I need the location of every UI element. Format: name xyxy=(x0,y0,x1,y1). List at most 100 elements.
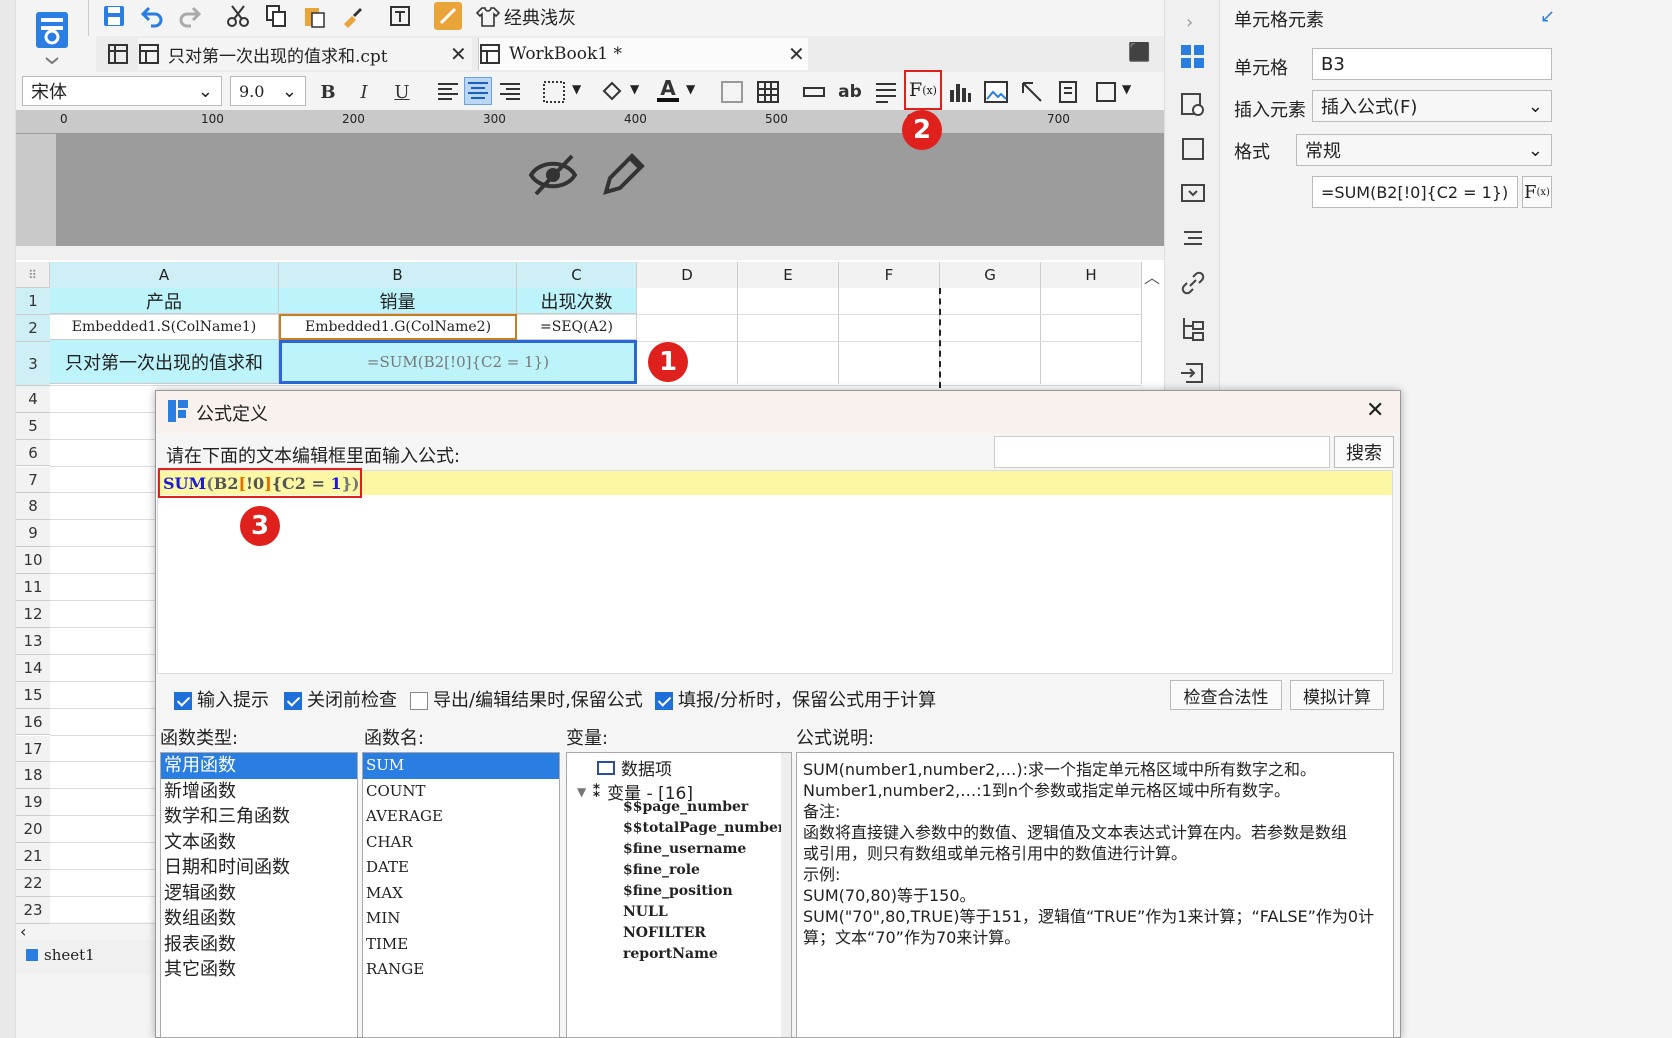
func-type-item[interactable]: 报表函数 xyxy=(161,932,357,958)
chevron-down-icon[interactable]: ▼ xyxy=(686,82,695,96)
cell-a3[interactable]: 只对第一次出现的值求和 xyxy=(50,340,279,384)
func-type-item[interactable]: 逻辑函数 xyxy=(161,881,357,907)
row-header[interactable]: 14 xyxy=(16,654,50,682)
check-validity-button[interactable]: 检查合法性 xyxy=(1170,680,1282,710)
border-icon[interactable] xyxy=(540,78,568,106)
row-header[interactable]: 1 xyxy=(16,288,50,315)
tree-data-item[interactable]: 数据项 xyxy=(597,755,672,780)
formula-editor[interactable] xyxy=(157,470,1393,674)
undo-icon[interactable] xyxy=(138,2,166,30)
row-header[interactable]: 16 xyxy=(16,708,50,736)
tab-2-close-icon[interactable]: ✕ xyxy=(788,42,805,66)
hide-eye-icon[interactable] xyxy=(528,152,578,203)
import-icon[interactable] xyxy=(1180,360,1206,391)
cell-element-icon[interactable] xyxy=(1180,44,1206,75)
row-header[interactable]: 12 xyxy=(16,601,50,628)
func-type-item[interactable]: 数组函数 xyxy=(161,906,357,932)
align-center-icon[interactable] xyxy=(464,77,492,105)
row-header[interactable]: 10 xyxy=(16,547,50,575)
tab-list-icon[interactable]: ⬛ xyxy=(1128,42,1150,63)
preview-icon[interactable] xyxy=(386,2,414,30)
check-keep-formula-export[interactable]: 导出/编辑结果时,保留公式 xyxy=(410,686,643,712)
variable-item[interactable]: $$totalPage_number xyxy=(623,820,785,841)
tab-file-1[interactable]: 只对第一次出现的值求和.cpt xyxy=(138,38,472,70)
underline-icon[interactable]: U xyxy=(388,78,416,106)
edit-pencil-icon[interactable] xyxy=(600,150,648,203)
func-type-item[interactable]: 数学和三角函数 xyxy=(161,804,357,830)
row-header[interactable]: 11 xyxy=(16,574,50,601)
align-right-icon[interactable] xyxy=(496,78,524,106)
func-type-item[interactable]: 文本函数 xyxy=(161,830,357,856)
float-element-icon[interactable] xyxy=(1180,136,1206,167)
cell-ref-input[interactable]: B3 xyxy=(1312,48,1552,80)
theme-icon[interactable] xyxy=(434,2,462,30)
func-name-item[interactable]: TIME xyxy=(363,932,559,958)
func-name-item[interactable]: SUM xyxy=(363,753,559,779)
select-all-corner[interactable]: ⠿ xyxy=(16,262,50,288)
col-header[interactable]: B xyxy=(279,262,517,288)
sheet-tab[interactable]: sheet1 xyxy=(26,946,95,964)
func-name-item[interactable]: RANGE xyxy=(363,957,559,983)
chart-icon[interactable] xyxy=(946,78,974,106)
variable-item[interactable]: reportName xyxy=(623,946,785,967)
scroll-left-icon[interactable]: ‹ xyxy=(20,922,26,941)
func-name-list[interactable]: SUM COUNT AVERAGE CHAR DATE MAX MIN TIME RANGE xyxy=(362,752,560,1038)
col-header[interactable]: F xyxy=(839,262,940,288)
simulate-button[interactable]: 模拟计算 xyxy=(1290,680,1384,710)
tab-1-close-icon[interactable]: ✕ xyxy=(450,42,467,66)
variable-item[interactable]: $fine_username xyxy=(623,841,785,862)
variable-item[interactable]: NULL xyxy=(623,904,785,925)
bold-icon[interactable]: B xyxy=(314,78,342,106)
collapse-arrow-icon[interactable]: › xyxy=(1186,12,1193,33)
variable-item[interactable]: $fine_position xyxy=(623,883,785,904)
row-header[interactable]: 22 xyxy=(16,870,50,897)
fill-color-icon[interactable] xyxy=(598,78,626,106)
cell-c2[interactable]: =SEQ(A2) xyxy=(517,314,637,340)
col-header[interactable]: H xyxy=(1041,262,1142,288)
formula-text[interactable]: SUM(B2[!0] {C2 = 1}) xyxy=(158,468,362,498)
col-header[interactable]: C xyxy=(517,262,637,288)
image-icon[interactable] xyxy=(982,78,1010,106)
tree-scrollbar[interactable] xyxy=(781,753,791,1037)
chevron-down-icon[interactable]: ▼ xyxy=(572,82,581,96)
scroll-up-icon[interactable]: ︿ xyxy=(1144,264,1160,288)
variable-tree[interactable]: 数据项 ▼ ⁑ 变量 - [16] $$page_number $$totalPage… xyxy=(566,752,792,1038)
col-header[interactable]: E xyxy=(738,262,839,288)
slash-icon[interactable] xyxy=(1018,78,1046,106)
row-header[interactable]: 23 xyxy=(16,896,50,924)
formula-edit-button[interactable]: F (x) xyxy=(1522,176,1552,208)
row-header[interactable]: 8 xyxy=(16,493,50,521)
func-type-list[interactable]: 常用函数 新增函数 数学和三角函数 文本函数 日期和时间函数 逻辑函数 数组函数 报表函数 其它… xyxy=(160,752,358,1038)
format-painter-icon[interactable] xyxy=(338,2,366,30)
variable-item[interactable]: NOFILTER xyxy=(623,925,785,946)
function-search-input[interactable] xyxy=(994,436,1330,468)
check-keep-formula-fill[interactable]: 填报/分析时，保留公式用于计算 xyxy=(655,686,936,712)
func-name-item[interactable]: COUNT xyxy=(363,779,559,805)
func-name-item[interactable]: DATE xyxy=(363,855,559,881)
chevron-down-icon[interactable]: ▼ xyxy=(1122,82,1131,96)
format-select[interactable]: 常规 ⌄ xyxy=(1296,134,1552,166)
check-input-hint[interactable]: 输入提示 xyxy=(174,686,269,712)
formula-value-input[interactable]: =SUM(B2[!0]{C2 = 1}) xyxy=(1312,176,1518,208)
font-size-select[interactable]: 9.0 ⌄ xyxy=(230,76,306,106)
func-name-item[interactable]: CHAR xyxy=(363,830,559,856)
row-header[interactable]: 2 xyxy=(16,314,50,342)
search-button[interactable]: 搜索 xyxy=(1334,436,1394,468)
copy-icon[interactable] xyxy=(262,2,290,30)
row-header[interactable]: 3 xyxy=(16,341,50,386)
check-before-close[interactable]: 关闭前检查 xyxy=(284,686,397,712)
row-header[interactable]: 6 xyxy=(16,439,50,467)
sub-report-icon[interactable] xyxy=(1054,78,1082,106)
panel-pin-icon[interactable]: ↙ xyxy=(1540,6,1555,27)
func-name-item[interactable]: MIN xyxy=(363,906,559,932)
cell-b1[interactable]: 销量 xyxy=(279,288,517,314)
shape-icon[interactable] xyxy=(1092,78,1120,106)
widget-icon[interactable] xyxy=(1180,180,1206,211)
col-header[interactable]: A xyxy=(50,262,279,288)
theme-button[interactable]: 经典浅灰 xyxy=(476,4,576,30)
func-name-item[interactable]: AVERAGE xyxy=(363,804,559,830)
func-type-item[interactable]: 常用函数 xyxy=(161,753,357,779)
grid-menu-icon[interactable] xyxy=(104,40,132,68)
row-header[interactable]: 20 xyxy=(16,816,50,844)
align-left-icon[interactable] xyxy=(434,78,462,106)
